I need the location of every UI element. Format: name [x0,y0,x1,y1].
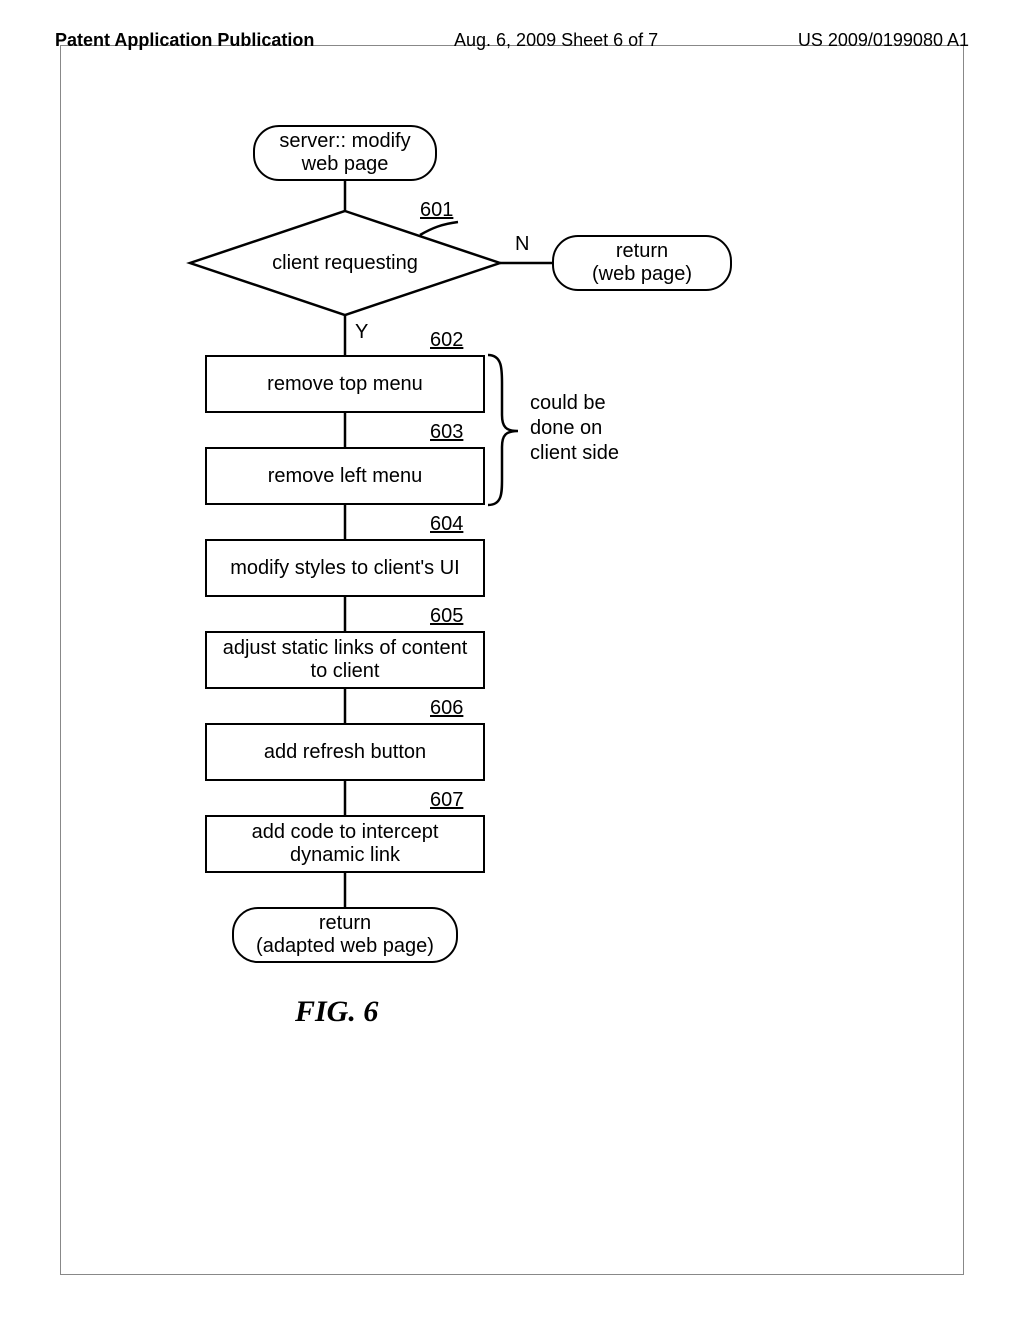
ref-602: 602 [430,329,463,352]
terminator-return-webpage: return(web page) [552,235,732,291]
decision-text: client requesting [190,211,500,315]
label-yes: Y [355,321,368,344]
side-note: could bedone onclient side [530,391,650,466]
process-604-text: modify styles to client's UI [230,557,459,580]
terminator-start: server:: modifyweb page [253,125,437,181]
terminator-return-adapted: return(adapted web page) [232,907,458,963]
process-605: adjust static links of content to client [205,631,485,689]
terminator-start-text: server:: modifyweb page [279,130,410,176]
ref-606: 606 [430,697,463,720]
page-header: Patent Application Publication Aug. 6, 2… [55,30,969,51]
header-left: Patent Application Publication [55,30,314,51]
ref-601: 601 [420,199,453,222]
process-604: modify styles to client's UI [205,539,485,597]
ref-604: 604 [430,513,463,536]
header-mid: Aug. 6, 2009 Sheet 6 of 7 [454,30,658,51]
ref-605: 605 [430,605,463,628]
decision-client-requesting: client requesting [190,211,500,315]
header-right: US 2009/0199080 A1 [798,30,969,51]
process-603-text: remove left menu [268,465,423,488]
label-no: N [515,233,529,256]
figure-caption: FIG. 6 [295,995,378,1029]
process-605-text: adjust static links of content to client [215,637,475,683]
process-607: add code to intercept dynamic link [205,815,485,873]
process-603: remove left menu [205,447,485,505]
process-606-text: add refresh button [264,741,426,764]
terminator-return-adapted-text: return(adapted web page) [256,912,434,958]
terminator-return-webpage-text: return(web page) [592,240,692,286]
ref-607: 607 [430,789,463,812]
process-602: remove top menu [205,355,485,413]
ref-603: 603 [430,421,463,444]
process-602-text: remove top menu [267,373,423,396]
process-606: add refresh button [205,723,485,781]
process-607-text: add code to intercept dynamic link [215,821,475,867]
flowchart: server:: modifyweb page client requestin… [120,125,750,1125]
